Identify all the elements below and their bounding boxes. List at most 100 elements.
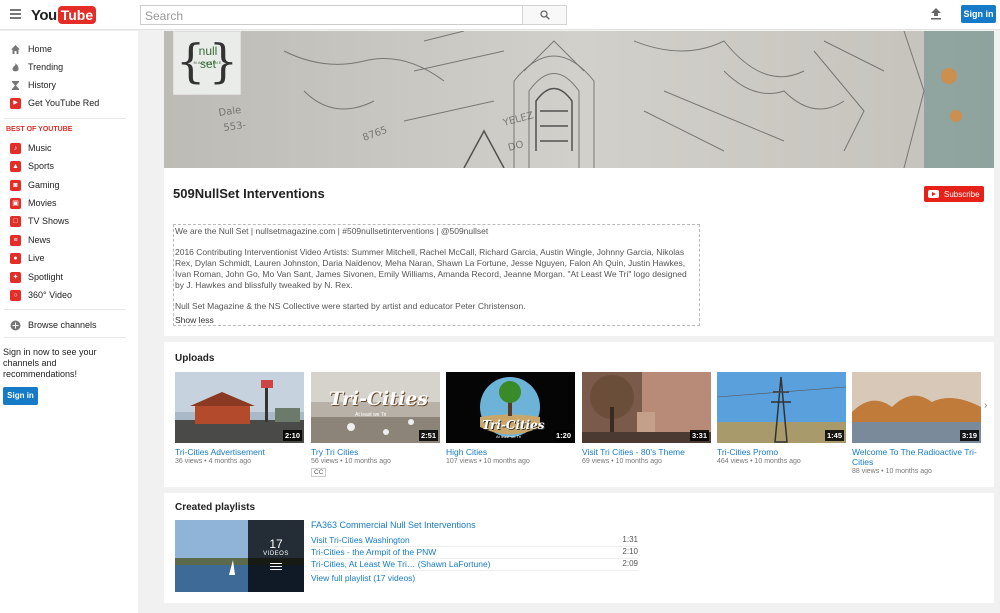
playlist-video-title[interactable]: Visit Tri-Cities Washington <box>311 535 410 545</box>
playlist-video-duration: 2:10 <box>622 547 638 556</box>
sidebar-item-label: Browse channels <box>28 320 97 330</box>
sidebar-item-label: Live <box>28 253 45 263</box>
sidebar-item-news[interactable]: ≡ News <box>0 231 138 249</box>
video-card[interactable]: 3:19 Welcome To The Radioactive Tri-Citi… <box>852 372 981 475</box>
video-thumbnail[interactable]: Tri-Cities At least we Tri 1:20 <box>446 372 575 443</box>
search-button[interactable] <box>522 5 567 25</box>
subscribe-button[interactable]: Subscribe <box>924 186 984 202</box>
sidebar-item-label: Sports <box>28 161 55 171</box>
sidebar-item-360-video[interactable]: ○ 360° Video <box>0 286 138 304</box>
sidebar-item-youtube-red[interactable]: ▶ Get YouTube Red <box>0 94 138 112</box>
video-meta: 464 views • 10 months ago <box>717 458 801 465</box>
home-icon <box>10 44 21 55</box>
upload-age: 10 months ago <box>615 458 662 465</box>
video-card[interactable]: 1:45 Tri-Cities Promo 464 views • 10 mon… <box>717 372 846 465</box>
sign-in-button[interactable]: Sign in <box>961 5 996 23</box>
sidebar-item-sports[interactable]: ▲ Sports <box>0 157 138 175</box>
live-icon: ● <box>10 252 21 264</box>
video-card[interactable]: Tri-Cities At least we Tri 1:20 High Cit… <box>446 372 575 465</box>
duration-badge: 3:19 <box>959 430 979 441</box>
upload-age: 10 months ago <box>885 468 932 475</box>
channel-banner: Dale 553- 8765 YELEZ DO <box>164 31 994 168</box>
view-count: 464 views <box>717 458 749 465</box>
duration-badge: 1:20 <box>553 430 573 441</box>
sidebar-item-label: News <box>28 235 51 245</box>
playlist-row[interactable]: Tri-Cities, At Least We Tri… (Shawn LaFo… <box>311 559 638 571</box>
thumbnail-logo-subtext: At least we Tri <box>355 412 387 418</box>
sidebar-item-gaming[interactable]: ◙ Gaming <box>0 176 138 194</box>
sidebar-item-live[interactable]: ● Live <box>0 249 138 267</box>
video-title[interactable]: Tri-Cities Advertisement <box>175 447 304 457</box>
youtube-red-icon: ▶ <box>10 97 21 109</box>
playlist-count-overlay[interactable]: 17 VIDEOS <box>248 520 304 592</box>
cc-badge: CC <box>311 468 327 477</box>
gaming-icon: ◙ <box>10 179 21 191</box>
video-thumbnail[interactable]: 3:31 <box>582 372 711 443</box>
sidebar-item-tv-shows[interactable]: □ TV Shows <box>0 212 138 230</box>
sidebar-item-trending[interactable]: Trending <box>0 58 138 76</box>
view-count: 69 views <box>582 458 610 465</box>
video-title[interactable]: Tri-Cities Promo <box>717 447 846 457</box>
youtube-play-icon <box>928 190 939 198</box>
video-title[interactable]: Welcome To The Radioactive Tri-Cities <box>852 447 981 467</box>
video-card[interactable]: Tri-Cities At least we Tri 2:51 Try Tri … <box>311 372 440 477</box>
sidebar-item-label: Home <box>28 44 53 54</box>
upload-icon[interactable] <box>930 7 942 20</box>
video-card[interactable]: 2:10 Tri-Cities Advertisement 36 views •… <box>175 372 304 465</box>
sidebar-item-music[interactable]: ♪ Music <box>0 139 138 157</box>
video-title[interactable]: Try Tri Cities <box>311 447 440 457</box>
show-less-link[interactable]: Show less <box>175 315 214 325</box>
thumbnail-logo-subtext: At least we Tri <box>496 434 522 439</box>
sidebar-item-label: Spotlight <box>28 272 64 282</box>
divider <box>4 309 126 310</box>
video-thumbnail[interactable]: Tri-Cities At least we Tri 2:51 <box>311 372 440 443</box>
playlist-video-duration: 1:31 <box>622 535 638 544</box>
uploads-title[interactable]: Uploads <box>175 353 214 364</box>
sidebar-item-browse-channels[interactable]: Browse channels <box>0 316 138 334</box>
playlist-row[interactable]: Visit Tri-Cities Washington 1:31 <box>311 535 638 547</box>
description-paragraph: Null Set Magazine & the NS Collective we… <box>175 301 526 311</box>
sign-in-prompt: Sign in now to see your channels and rec… <box>3 347 97 379</box>
duration-badge: 2:10 <box>282 430 302 441</box>
sidebar-item-movies[interactable]: ▣ Movies <box>0 194 138 212</box>
masthead: You Tube Search Sign in <box>0 0 1000 30</box>
sidebar-item-history[interactable]: History <box>0 76 138 94</box>
video-meta: 107 views • 10 months ago <box>446 458 530 465</box>
view-full-playlist-link[interactable]: View full playlist (17 videos) <box>311 573 415 583</box>
video-meta: 56 views • 10 months ago <box>311 458 391 465</box>
video-card[interactable]: 3:31 Visit Tri Cities - 80's Theme 69 vi… <box>582 372 711 465</box>
video-title[interactable]: Visit Tri Cities - 80's Theme <box>582 447 711 457</box>
video-thumbnail[interactable]: 3:19 <box>852 372 981 443</box>
sidebar-item-home[interactable]: Home <box>0 40 138 58</box>
playlist-video-title[interactable]: Tri-Cities, At Least We Tri… (Shawn LaFo… <box>311 559 491 569</box>
video-thumbnail[interactable]: 1:45 <box>717 372 846 443</box>
video-title[interactable]: High Cities <box>446 447 575 457</box>
playlist-title[interactable]: FA363 Commercial Null Set Interventions <box>311 520 476 530</box>
logo-tube-text: Tube <box>57 6 97 24</box>
playlist-count-label: VIDEOS <box>263 551 289 557</box>
sidebar-item-label: TV Shows <box>28 216 70 226</box>
upload-age: 4 months ago <box>208 458 251 465</box>
channel-avatar[interactable]: { } null set MAGAZINE <box>173 31 241 95</box>
tv-icon: □ <box>10 215 21 227</box>
playlists-title[interactable]: Created playlists <box>175 502 255 513</box>
sidebar-item-spotlight[interactable]: ✦ Spotlight <box>0 268 138 286</box>
upload-age: 10 months ago <box>344 458 391 465</box>
playlist-row[interactable]: Tri-Cities - the Armpit of the PNW 2:10 <box>311 547 638 559</box>
playlist-video-title[interactable]: Tri-Cities - the Armpit of the PNW <box>311 547 436 557</box>
sidebar-item-label: Movies <box>28 198 57 208</box>
playlist-icon <box>270 563 282 572</box>
chevron-right-icon[interactable]: › <box>984 400 987 411</box>
sidebar-item-label: Trending <box>28 62 64 72</box>
menu-icon[interactable] <box>10 9 21 19</box>
upload-age: 10 months ago <box>483 458 530 465</box>
video-thumbnail[interactable]: 2:10 <box>175 372 304 443</box>
sidebar-item-label: Get YouTube Red <box>28 98 100 108</box>
sidebar-sign-in-button[interactable]: Sign in <box>3 387 38 405</box>
sidebar-item-label: Gaming <box>28 180 60 190</box>
duration-badge: 2:51 <box>418 430 438 441</box>
playlist-count: 17 <box>269 537 283 551</box>
youtube-logo[interactable]: You Tube <box>31 6 97 24</box>
360-icon: ○ <box>10 289 21 301</box>
search-input[interactable]: Search <box>140 5 523 25</box>
